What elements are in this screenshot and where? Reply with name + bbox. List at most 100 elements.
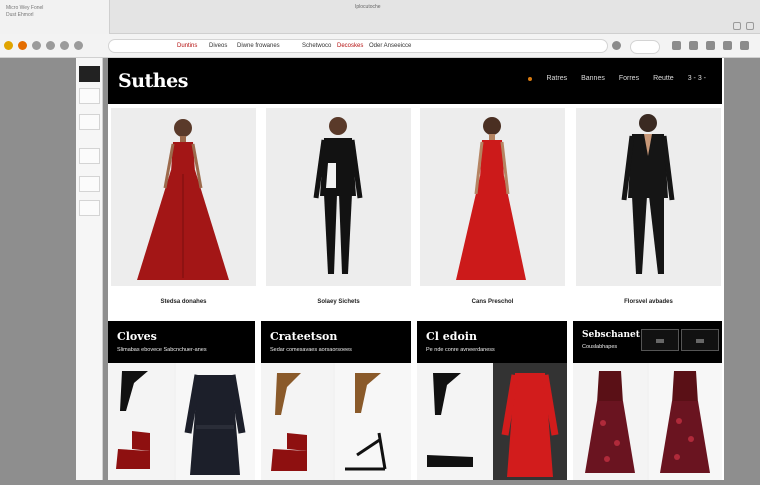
category-card[interactable]: Cloves Slimabas ebovece Sabcnchuer-anes bbox=[108, 321, 255, 480]
side-panel-item-1[interactable] bbox=[79, 66, 100, 82]
reload-icon[interactable] bbox=[60, 41, 69, 50]
category-images bbox=[573, 363, 722, 480]
loafer-icon bbox=[427, 373, 473, 467]
sandal-icon bbox=[345, 373, 387, 471]
side-panel-item-2[interactable] bbox=[79, 88, 100, 104]
lock-icon[interactable] bbox=[612, 41, 621, 50]
close-icon[interactable] bbox=[746, 22, 754, 30]
nav-item-5[interactable]: 3 - 3 - bbox=[688, 75, 706, 82]
web-page: Suthes Ratres Bannes Forres Reutte 3 - 3… bbox=[108, 58, 724, 480]
search-box[interactable] bbox=[630, 40, 660, 54]
square-icon bbox=[656, 339, 664, 343]
side-panel-item-5[interactable] bbox=[79, 176, 100, 192]
product-card[interactable]: Stedsa donahes bbox=[111, 108, 256, 305]
bookmark-3[interactable]: Diwne frowanes bbox=[237, 43, 280, 49]
bookmark-2[interactable]: Diveos bbox=[209, 43, 227, 49]
profile-icon[interactable] bbox=[740, 41, 749, 50]
category-image-sandals[interactable] bbox=[335, 363, 411, 480]
category-title[interactable]: Cloves bbox=[117, 330, 157, 343]
browser-tab[interactable]: Micro Wey Fonel Dust Ehmorl bbox=[0, 0, 110, 34]
side-panel-item-6[interactable] bbox=[79, 200, 100, 216]
bookmark-1[interactable]: Duntins bbox=[177, 43, 197, 49]
toolbar-right-icons-a bbox=[612, 41, 621, 50]
product-caption[interactable]: Florsvel avbades bbox=[576, 299, 721, 305]
tab-line-1: Micro Wey Fonel bbox=[6, 5, 44, 11]
red-dress-figure bbox=[456, 117, 526, 280]
product-image[interactable] bbox=[576, 108, 721, 286]
category-image-shoes[interactable] bbox=[108, 363, 174, 480]
product-card[interactable]: Cans Preschol bbox=[420, 108, 565, 305]
category-subtitle: Sedar comesavaes aorsaorsoees bbox=[270, 347, 352, 353]
nav-dot-icon bbox=[528, 76, 533, 81]
back-icon[interactable] bbox=[32, 41, 41, 50]
category-images bbox=[108, 363, 255, 480]
nav-item-4[interactable]: Reutte bbox=[653, 75, 674, 82]
product-card[interactable]: Solaey Sichets bbox=[266, 108, 411, 305]
product-caption[interactable]: Solaey Sichets bbox=[266, 299, 411, 305]
coat-icon bbox=[184, 374, 246, 475]
bookmark-4[interactable]: Schetwoco bbox=[302, 43, 331, 49]
category-subtitle: Pe nde conre avneerdaness bbox=[426, 347, 495, 353]
bookmark-5[interactable]: Decoskes bbox=[337, 43, 363, 49]
window-controls bbox=[733, 22, 754, 30]
product-image[interactable] bbox=[420, 108, 565, 286]
home-icon[interactable] bbox=[4, 41, 13, 50]
category-title[interactable]: Crateetson bbox=[270, 330, 337, 343]
settings-icon[interactable] bbox=[706, 41, 715, 50]
category-header: Cloves Slimabas ebovece Sabcnchuer-anes bbox=[108, 321, 255, 363]
forward-icon[interactable] bbox=[46, 41, 55, 50]
product-caption[interactable]: Cans Preschol bbox=[420, 299, 565, 305]
tab-line-2: Dust Ehmorl bbox=[6, 12, 34, 18]
fire-icon[interactable] bbox=[18, 41, 27, 50]
floral-dress-icon bbox=[660, 371, 710, 473]
category-card[interactable]: Sebschanet Couslabhapes bbox=[573, 321, 722, 480]
side-panel-item-3[interactable] bbox=[79, 114, 100, 130]
side-panel-item-4[interactable] bbox=[79, 148, 100, 164]
category-title[interactable]: Cl edoin bbox=[426, 330, 477, 343]
product-image[interactable] bbox=[111, 108, 256, 286]
red-coat-icon bbox=[501, 373, 559, 477]
category-action-button[interactable] bbox=[641, 329, 679, 351]
download-icon[interactable] bbox=[723, 41, 732, 50]
category-images bbox=[417, 363, 567, 480]
nav-item-3[interactable]: Forres bbox=[619, 75, 639, 82]
boot-icon bbox=[271, 373, 307, 471]
heels-icon bbox=[116, 371, 150, 469]
site-header: Suthes Ratres Bannes Forres Reutte 3 - 3… bbox=[108, 58, 722, 104]
black-pantsuit-figure bbox=[621, 114, 675, 274]
browser-titlebar: Micro Wey Fonel Dust Ehmorl Iplocutoche bbox=[0, 0, 760, 34]
category-image-coat[interactable] bbox=[176, 363, 255, 480]
toolbar-right-icons-b bbox=[672, 41, 749, 50]
category-images bbox=[261, 363, 411, 480]
bookmark-6[interactable]: Oder Anseeicce bbox=[369, 43, 411, 49]
category-card[interactable]: Cl edoin Pe nde conre avneerdaness bbox=[417, 321, 567, 480]
square-icon bbox=[696, 339, 704, 343]
share-icon[interactable] bbox=[689, 41, 698, 50]
category-subtitle: Slimabas ebovece Sabcnchuer-anes bbox=[117, 347, 207, 353]
product-card[interactable]: Florsvel avbades bbox=[576, 108, 721, 305]
category-image-dress-b[interactable] bbox=[649, 363, 722, 480]
category-image-dress-a[interactable] bbox=[573, 363, 647, 480]
category-header: Sebschanet Couslabhapes bbox=[573, 321, 722, 363]
floral-dress-icon bbox=[585, 371, 635, 473]
category-image-footwear[interactable] bbox=[417, 363, 491, 480]
menu-icon[interactable] bbox=[74, 41, 83, 50]
category-subtitle: Couslabhapes bbox=[582, 344, 618, 350]
black-suit-figure bbox=[313, 117, 363, 274]
window-title: Iplocutoche bbox=[355, 4, 381, 10]
category-header: Crateetson Sedar comesavaes aorsaorsoees bbox=[261, 321, 411, 363]
red-gown-figure bbox=[137, 119, 229, 280]
site-logo[interactable]: Suthes bbox=[118, 70, 188, 92]
category-title[interactable]: Sebschanet bbox=[582, 330, 640, 340]
minimize-icon[interactable] bbox=[733, 22, 741, 30]
nav-item-2[interactable]: Bannes bbox=[581, 75, 605, 82]
bookmark-bar[interactable]: Duntins Diveos Diwne frowanes Schetwoco … bbox=[108, 39, 608, 53]
category-action-button[interactable] bbox=[681, 329, 719, 351]
category-card[interactable]: Crateetson Sedar comesavaes aorsaorsoees bbox=[261, 321, 411, 480]
product-image[interactable] bbox=[266, 108, 411, 286]
product-caption[interactable]: Stedsa donahes bbox=[111, 299, 256, 305]
nav-item-1[interactable]: Ratres bbox=[546, 75, 567, 82]
extension-icon[interactable] bbox=[672, 41, 681, 50]
category-image-red-coat[interactable] bbox=[493, 363, 567, 480]
category-image-boots[interactable] bbox=[261, 363, 333, 480]
